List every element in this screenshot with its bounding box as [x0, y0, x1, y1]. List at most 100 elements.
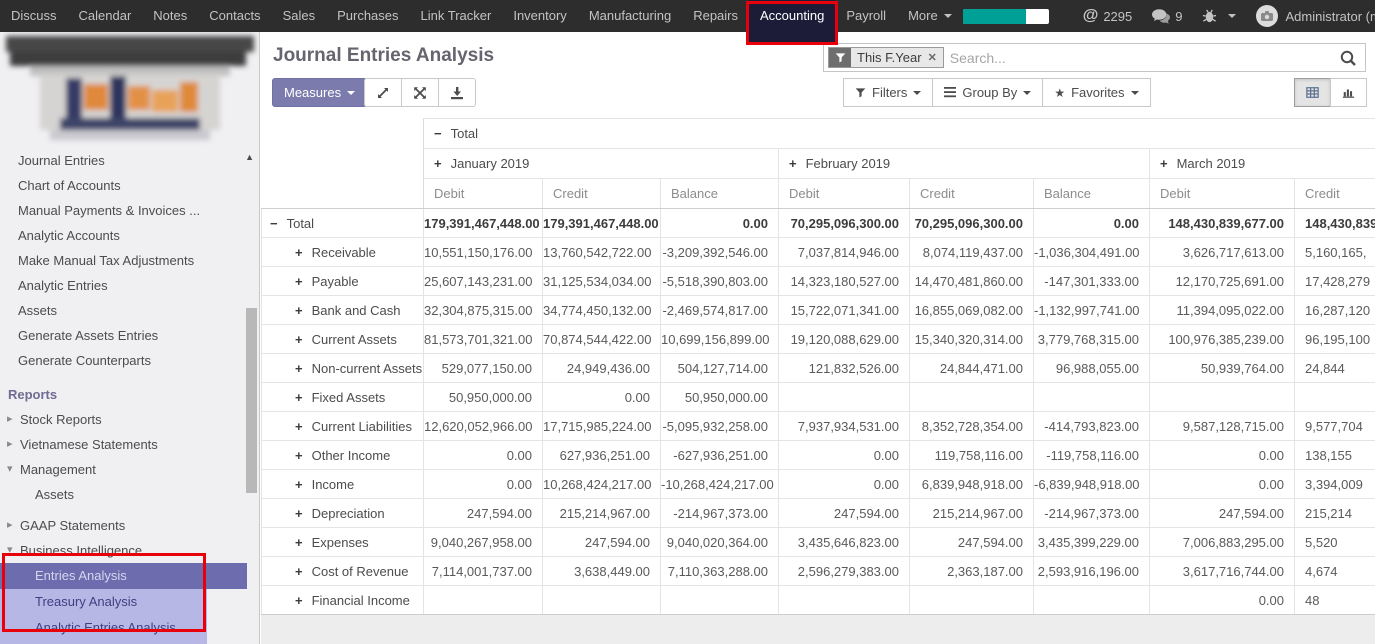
pivot-view-button[interactable] [1294, 78, 1331, 107]
pivot-row-header-bank-and-cash[interactable]: +Bank and Cash [262, 296, 424, 325]
app-menu-discuss[interactable]: Discuss [0, 0, 68, 32]
sidebar-item-entries-analysis[interactable]: Entries Analysis [0, 563, 247, 589]
app-menu-accounting[interactable]: Accounting [749, 0, 835, 32]
pivot-measure-header-debit[interactable]: Debit [424, 179, 543, 209]
pivot-row-header-financial-income[interactable]: +Financial Income [262, 586, 424, 615]
debug-menu[interactable] [1192, 0, 1246, 32]
download-button[interactable] [438, 78, 476, 107]
sidebar-item-chart-of-accounts[interactable]: Chart of Accounts [0, 173, 259, 198]
flip-axis-button[interactable] [401, 78, 439, 107]
filters-button[interactable]: Filters [843, 78, 933, 107]
flip-axis-icon [413, 86, 427, 100]
pivot-cell: 8,352,728,354.00 [910, 412, 1034, 441]
sidebar-item-make-manual-tax-adjustments[interactable]: Make Manual Tax Adjustments [0, 248, 259, 273]
pivot-row-header-non-current-assets[interactable]: +Non-current Assets [262, 354, 424, 383]
pivot-measure-header-credit[interactable]: Credit [543, 179, 661, 209]
app-menu-inventory[interactable]: Inventory [502, 0, 577, 32]
pivot-row-header-total[interactable]: −Total [262, 209, 424, 238]
sidebar-item-management[interactable]: ▾Management [0, 457, 259, 482]
sidebar-item-label: Assets [35, 487, 74, 502]
sidebar-item-analytic-entries-analysis[interactable]: Analytic Entries Analysis [0, 615, 207, 641]
sidebar-item-label: Generate Assets Entries [18, 328, 158, 343]
messages-menu[interactable]: 9 [1142, 0, 1192, 32]
pivot-row-header-cost-of-revenue[interactable]: +Cost of Revenue [262, 557, 424, 586]
sidebar-item-stock-reports[interactable]: ▸Stock Reports [0, 407, 259, 432]
pivot-cell [779, 383, 910, 412]
pivot-measure-header-credit[interactable]: Credit [1295, 179, 1375, 209]
sidebar-item-treasury-analysis[interactable]: Treasury Analysis [0, 589, 207, 615]
pivot-row-header-depreciation[interactable]: +Depreciation [262, 499, 424, 528]
pivot-row-header-current-liabilities[interactable]: +Current Liabilities [262, 412, 424, 441]
pivot-measure-header-credit[interactable]: Credit [910, 179, 1034, 209]
sidebar-item-vietnamese-statements[interactable]: ▸Vietnamese Statements [0, 432, 259, 457]
pivot-cell: 5,160,165, [1295, 238, 1375, 267]
sidebar-item-manual-payments-invoices[interactable]: Manual Payments & Invoices ... [0, 198, 259, 223]
app-menu-payroll[interactable]: Payroll [835, 0, 897, 32]
pivot-measure-header-balance[interactable]: Balance [661, 179, 779, 209]
graph-view-button[interactable] [1330, 78, 1367, 107]
sidebar-item-generate-counterparts[interactable]: Generate Counterparts [0, 348, 259, 373]
pivot-measure-header-balance[interactable]: Balance [1034, 179, 1150, 209]
pivot-col-header-march-2019[interactable]: +March 2019 [1150, 149, 1375, 179]
app-menu-calendar[interactable]: Calendar [68, 0, 143, 32]
sidebar-item-business-intelligence[interactable]: ▾Business Intelligence [0, 538, 259, 563]
pivot-measure-header-debit[interactable]: Debit [779, 179, 910, 209]
pivot-cell: 3,435,646,823.00 [779, 528, 910, 557]
remove-facet-icon[interactable]: ✕ [928, 51, 937, 64]
comments-icon [1152, 9, 1170, 24]
pivot-row-payable: +Payable25,607,143,231.0031,125,534,034.… [262, 267, 1375, 296]
user-menu[interactable]: Administrator (mknwyp... [1246, 0, 1375, 32]
expand-all-button[interactable] [364, 78, 402, 107]
app-menu-sales[interactable]: Sales [272, 0, 327, 32]
search-facet[interactable]: This F.Year ✕ [828, 47, 944, 68]
sidebar-item-analytic-accounts[interactable]: Analytic Accounts [0, 223, 259, 248]
search-input[interactable] [950, 50, 1339, 66]
measures-button[interactable]: Measures [272, 78, 367, 107]
pivot-row-header-current-assets[interactable]: +Current Assets [262, 325, 424, 354]
pivot-col-header-january-2019[interactable]: +January 2019 [424, 149, 779, 179]
sidebar-item-assets[interactable]: Assets [0, 482, 259, 507]
sidebar-item-label: Vietnamese Statements [20, 437, 158, 452]
pivot-cell: 148,430,839,677.00 [1150, 209, 1295, 238]
sidebar-item-journal-entries[interactable]: Journal Entries [0, 148, 259, 173]
search-icon[interactable] [1339, 49, 1357, 67]
collapse-icon: − [434, 126, 442, 141]
sidebar-scrollbar[interactable] [246, 308, 257, 493]
sidebar-item-gaap-statements[interactable]: ▸GAAP Statements [0, 513, 259, 538]
pivot-cell: -1,036,304,491.00 [1034, 238, 1150, 267]
app-menu-repairs[interactable]: Repairs [682, 0, 749, 32]
app-menu-notes[interactable]: Notes [142, 0, 198, 32]
pivot-row-header-other-income[interactable]: +Other Income [262, 441, 424, 470]
sidebar-item-analytic-entries[interactable]: Analytic Entries [0, 273, 259, 298]
sidebar-item-assets[interactable]: Assets [0, 298, 259, 323]
pivot-row-header-expenses[interactable]: +Expenses [262, 528, 424, 557]
pivot-cell [424, 586, 543, 615]
pivot-cell [910, 383, 1034, 412]
search-box: This F.Year ✕ [823, 43, 1366, 72]
app-menu-contacts[interactable]: Contacts [198, 0, 271, 32]
app-menu-purchases[interactable]: Purchases [326, 0, 409, 32]
pivot-measure-header-debit[interactable]: Debit [1150, 179, 1295, 209]
scroll-up-icon[interactable]: ▲ [245, 152, 254, 162]
sidebar-item-generate-assets-entries[interactable]: Generate Assets Entries [0, 323, 259, 348]
pivot-cell: 9,040,020,364.00 [661, 528, 779, 557]
pivot-cell: 100,976,385,239.00 [1150, 325, 1295, 354]
pivot-cell: 247,594.00 [424, 499, 543, 528]
pivot-col-header-february-2019[interactable]: +February 2019 [779, 149, 1150, 179]
pivot-row-header-fixed-assets[interactable]: +Fixed Assets [262, 383, 424, 412]
activities-menu[interactable]: @ 2295 [1073, 0, 1143, 32]
pivot-row-header-payable[interactable]: +Payable [262, 267, 424, 296]
message-count: 9 [1175, 9, 1182, 24]
pivot-row-header-income[interactable]: +Income [262, 470, 424, 499]
app-menu-manufacturing[interactable]: Manufacturing [578, 0, 682, 32]
pivot-col-header-total[interactable]: −Total [424, 119, 1375, 149]
pivot-cell: 15,340,320,314.00 [910, 325, 1034, 354]
app-menu-link-tracker[interactable]: Link Tracker [410, 0, 503, 32]
pivot-row-header-receivable[interactable]: +Receivable [262, 238, 424, 267]
more-menu[interactable]: More [897, 0, 963, 32]
favorites-button[interactable]: ★ Favorites [1042, 78, 1150, 107]
attendance-progress-bar[interactable] [963, 9, 1049, 24]
pivot-cell: 96,195,100 [1295, 325, 1375, 354]
group-by-button[interactable]: Group By [932, 78, 1043, 107]
expand-icon: + [789, 156, 797, 171]
